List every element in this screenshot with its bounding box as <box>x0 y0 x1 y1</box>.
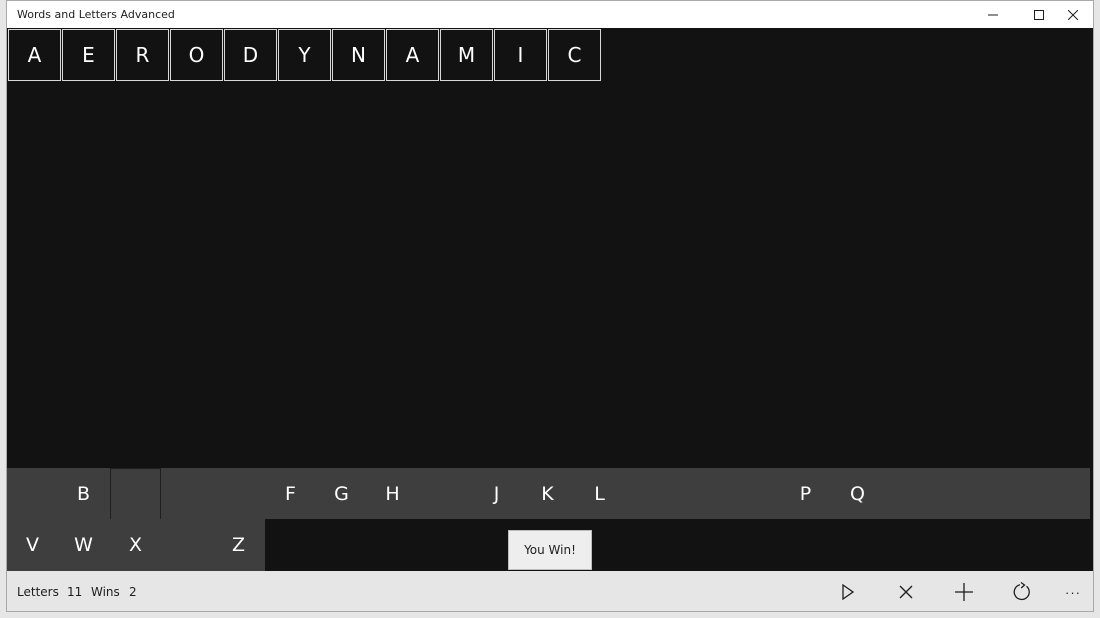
letter-j[interactable]: J <box>471 468 522 519</box>
letter-z[interactable]: Z <box>213 519 264 570</box>
word-tile[interactable]: C <box>548 29 601 81</box>
play-icon <box>842 584 855 600</box>
letter-pool-row-2: V W X Z <box>7 519 265 571</box>
letter-h[interactable]: H <box>367 468 418 519</box>
word-tile[interactable]: I <box>494 29 547 81</box>
maximize-icon <box>1034 9 1044 20</box>
refresh-icon <box>1013 582 1030 601</box>
wins-count: 2 <box>129 585 137 599</box>
letter-p[interactable]: P <box>780 468 831 519</box>
app-command-bar: Letters 11 Wins 2 ··· <box>7 571 1093 611</box>
plus-icon <box>955 583 973 601</box>
empty-letter-slot <box>110 468 161 520</box>
minimize-icon <box>988 14 998 15</box>
word-tile[interactable]: D <box>224 29 277 81</box>
title-bar: Words and Letters Advanced <box>7 1 1093 28</box>
letters-label: Letters <box>17 585 59 599</box>
close-icon <box>1068 9 1078 20</box>
add-button[interactable] <box>944 577 984 607</box>
game-board: A E R O D Y N A M I C B F G H J K L P Q … <box>7 28 1093 571</box>
refresh-button[interactable] <box>1002 577 1042 607</box>
word-tile[interactable]: M <box>440 29 493 81</box>
close-window-button[interactable] <box>1050 1 1093 28</box>
letter-f[interactable]: F <box>265 468 316 519</box>
cancel-button[interactable] <box>886 577 926 607</box>
word-tile[interactable]: E <box>62 29 115 81</box>
app-window: Words and Letters Advanced A E R O D Y N… <box>6 0 1094 612</box>
word-tile[interactable]: Y <box>278 29 331 81</box>
wins-label: Wins <box>91 585 120 599</box>
word-tile[interactable]: A <box>386 29 439 81</box>
letter-b[interactable]: B <box>58 468 109 519</box>
letters-count: 11 <box>67 585 83 599</box>
word-row: A E R O D Y N A M I C <box>8 29 602 81</box>
win-message: You Win! <box>508 530 592 570</box>
more-button[interactable]: ··· <box>1053 577 1093 607</box>
letter-g[interactable]: G <box>316 468 367 519</box>
letter-v[interactable]: V <box>7 519 58 570</box>
word-tile[interactable]: A <box>8 29 61 81</box>
window-title: Words and Letters Advanced <box>17 8 175 21</box>
minimize-button[interactable] <box>970 1 1016 28</box>
close-icon <box>899 585 913 599</box>
letter-q[interactable]: Q <box>832 468 883 519</box>
letter-w[interactable]: W <box>58 519 109 570</box>
word-tile[interactable]: O <box>170 29 223 81</box>
letter-l[interactable]: L <box>574 468 625 519</box>
play-button[interactable] <box>828 577 868 607</box>
word-tile[interactable]: N <box>332 29 385 81</box>
word-tile[interactable]: R <box>116 29 169 81</box>
letter-x[interactable]: X <box>110 519 161 570</box>
letter-pool-row-1: B F G H J K L P Q <box>7 468 1090 520</box>
letter-k[interactable]: K <box>522 468 573 519</box>
more-icon: ··· <box>1065 584 1081 600</box>
